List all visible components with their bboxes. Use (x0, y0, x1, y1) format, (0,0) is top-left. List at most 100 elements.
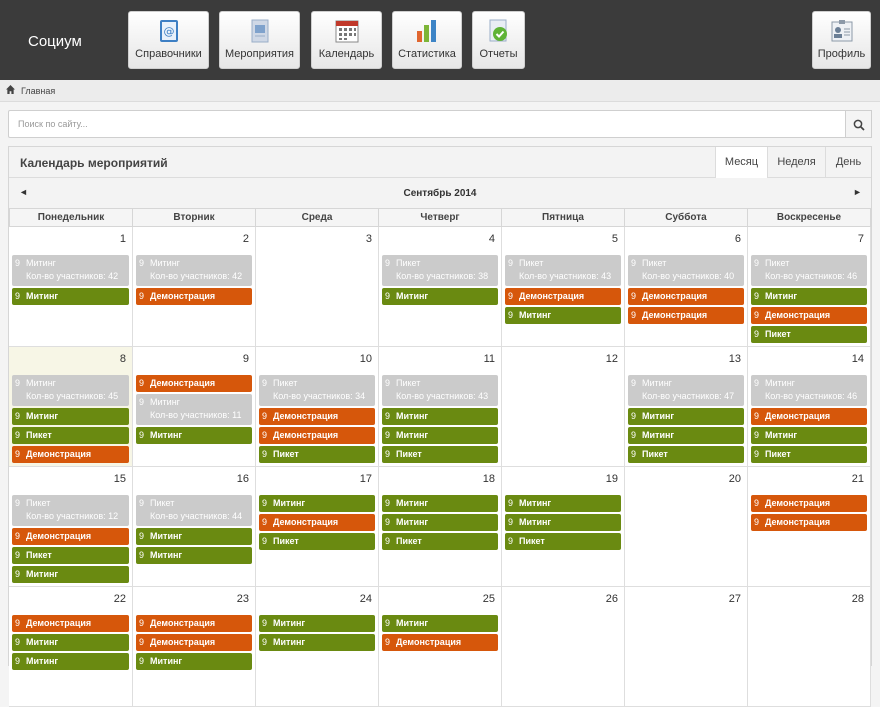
breadcrumb-home-link[interactable]: Главная (21, 86, 55, 96)
day-cell[interactable]: 4 9 Пикет Кол-во участников: 38 9 Митинг (379, 227, 502, 347)
tab-day[interactable]: День (825, 147, 871, 178)
day-cell[interactable]: 23 9 Демонстрация 9 Демонстрация 9 Митинг (133, 587, 256, 707)
day-cell[interactable]: 12 (502, 347, 625, 467)
day-cell[interactable]: 27 (625, 587, 748, 707)
day-cell[interactable]: 20 (625, 467, 748, 587)
calendar-event[interactable]: 9 Демонстрация (136, 634, 252, 651)
calendar-event[interactable]: 9 Митинг (12, 566, 129, 583)
calendar-event[interactable]: 9 Демонстрация (136, 375, 252, 392)
calendar-event[interactable]: 9 Пикет (12, 547, 129, 564)
day-cell[interactable]: 19 9 Митинг 9 Митинг 9 Пикет (502, 467, 625, 587)
day-cell[interactable]: 17 9 Митинг 9 Демонстрация 9 Пикет (256, 467, 379, 587)
calendar-event[interactable]: 9 Митинг Кол-во участников: 45 (12, 375, 129, 406)
calendar-event[interactable]: 9 Пикет Кол-во участников: 46 (751, 255, 867, 286)
search-button[interactable] (846, 110, 872, 138)
search-input[interactable] (8, 110, 846, 138)
calendar-event[interactable]: 9 Демонстрация (136, 615, 252, 632)
calendar-event[interactable]: 9 Митинг (259, 615, 375, 632)
calendar-event[interactable]: 9 Митинг (136, 427, 252, 444)
day-cell[interactable]: 11 9 Пикет Кол-во участников: 43 9 Митинг 9 Мит… (379, 347, 502, 467)
day-cell[interactable]: 25 9 Митинг 9 Демонстрация (379, 587, 502, 707)
calendar-event[interactable]: 9 Митинг (382, 427, 498, 444)
day-cell[interactable]: 6 9 Пикет Кол-во участников: 40 9 Демонстраци… (625, 227, 748, 347)
calendar-event[interactable]: 9 Пикет Кол-во участников: 43 (505, 255, 621, 286)
calendar-event[interactable]: 9 Демонстрация (751, 514, 867, 531)
next-month-button[interactable]: ► (853, 187, 862, 197)
calendar-event[interactable]: 9 Митинг Кол-во участников: 11 (136, 394, 252, 425)
calendar-event[interactable]: 9 Пикет (382, 446, 498, 463)
calendar-event[interactable]: 9 Митинг (12, 408, 129, 425)
calendar-event[interactable]: 9 Демонстрация (12, 446, 129, 463)
day-cell[interactable]: 5 9 Пикет Кол-во участников: 43 9 Демонстраци… (502, 227, 625, 347)
nav-button-calendar[interactable]: Календарь (311, 11, 382, 69)
calendar-event[interactable]: 9 Митинг (382, 514, 498, 531)
calendar-event[interactable]: 9 Митинг Кол-во участников: 42 (136, 255, 252, 286)
calendar-event[interactable]: 9 Митинг (382, 288, 498, 305)
tab-month[interactable]: Месяц (715, 147, 767, 179)
calendar-event[interactable]: 9 Пикет (628, 446, 744, 463)
calendar-event[interactable]: 9 Митинг (136, 547, 252, 564)
day-cell[interactable]: 14 9 Митинг Кол-во участников: 46 9 Демонстра… (748, 347, 871, 467)
day-cell[interactable]: 10 9 Пикет Кол-во участников: 34 9 Демонстрац… (256, 347, 379, 467)
day-cell[interactable]: 16 9 Пикет Кол-во участников: 44 9 Митинг 9 Мит… (133, 467, 256, 587)
day-cell[interactable]: 9 9 Демонстрация 9 Митинг Кол-во участников: … (133, 347, 256, 467)
tab-week[interactable]: Неделя (767, 147, 825, 178)
calendar-event[interactable]: 9 Митинг (505, 495, 621, 512)
calendar-event[interactable]: 9 Демонстрация (505, 288, 621, 305)
calendar-event[interactable]: 9 Демонстрация (628, 307, 744, 324)
calendar-event[interactable]: 9 Демонстрация (751, 408, 867, 425)
calendar-event[interactable]: 9 Митинг (751, 427, 867, 444)
calendar-event[interactable]: 9 Демонстрация (382, 634, 498, 651)
calendar-event[interactable]: 9 Митинг (628, 408, 744, 425)
calendar-event[interactable]: 9 Митинг (382, 408, 498, 425)
calendar-event[interactable]: 9 Митинг (136, 528, 252, 545)
calendar-event[interactable]: 9 Демонстрация (12, 615, 129, 632)
calendar-event[interactable]: 9 Пикет (259, 533, 375, 550)
calendar-event[interactable]: 9 Демонстрация (259, 514, 375, 531)
calendar-event[interactable]: 9 Митинг (12, 653, 129, 670)
day-cell[interactable]: 3 (256, 227, 379, 347)
calendar-event[interactable]: 9 Демонстрация (751, 307, 867, 324)
calendar-event[interactable]: 9 Пикет Кол-во участников: 44 (136, 495, 252, 526)
calendar-event[interactable]: 9 Митинг (382, 615, 498, 632)
nav-button-statistics[interactable]: Статистика (392, 11, 462, 69)
calendar-event[interactable]: 9 Митинг (382, 495, 498, 512)
calendar-event[interactable]: 9 Митинг (12, 288, 129, 305)
day-cell[interactable]: 15 9 Пикет Кол-во участников: 12 9 Демонстрац… (9, 467, 133, 587)
calendar-event[interactable]: 9 Пикет (505, 533, 621, 550)
nav-button-reports[interactable]: Отчеты (472, 11, 525, 69)
calendar-event[interactable]: 9 Пикет Кол-во участников: 34 (259, 375, 375, 406)
calendar-event[interactable]: 9 Пикет Кол-во участников: 38 (382, 255, 498, 286)
calendar-event[interactable]: 9 Пикет Кол-во участников: 40 (628, 255, 744, 286)
calendar-event[interactable]: 9 Митинг Кол-во участников: 46 (751, 375, 867, 406)
day-cell[interactable]: 26 (502, 587, 625, 707)
calendar-event[interactable]: 9 Пикет Кол-во участников: 43 (382, 375, 498, 406)
day-cell[interactable]: 28 (748, 587, 871, 707)
calendar-event[interactable]: 9 Пикет (751, 446, 867, 463)
calendar-event[interactable]: 9 Демонстрация (136, 288, 252, 305)
calendar-event[interactable]: 9 Демонстрация (12, 528, 129, 545)
calendar-event[interactable]: 9 Пикет Кол-во участников: 12 (12, 495, 129, 526)
calendar-event[interactable]: 9 Митинг (505, 514, 621, 531)
day-cell[interactable]: 22 9 Демонстрация 9 Митинг 9 Митинг (9, 587, 133, 707)
calendar-event[interactable]: 9 Митинг (136, 653, 252, 670)
calendar-event[interactable]: 9 Митинг (505, 307, 621, 324)
day-cell[interactable]: 2 9 Митинг Кол-во участников: 42 9 Демонстрац… (133, 227, 256, 347)
calendar-event[interactable]: 9 Митинг (751, 288, 867, 305)
calendar-event[interactable]: 9 Митинг (259, 495, 375, 512)
calendar-event[interactable]: 9 Демонстрация (259, 408, 375, 425)
day-cell[interactable]: 13 9 Митинг Кол-во участников: 47 9 Митинг 9 Ми… (625, 347, 748, 467)
calendar-event[interactable]: 9 Пикет (751, 326, 867, 343)
day-cell[interactable]: 7 9 Пикет Кол-во участников: 46 9 Митинг 9 Демо… (748, 227, 871, 347)
calendar-event[interactable]: 9 Митинг (628, 427, 744, 444)
calendar-event[interactable]: 9 Митинг (259, 634, 375, 651)
day-cell[interactable]: 18 9 Митинг 9 Митинг 9 Пикет (379, 467, 502, 587)
calendar-event[interactable]: 9 Пикет (12, 427, 129, 444)
day-cell[interactable]: 21 9 Демонстрация 9 Демонстрация (748, 467, 871, 587)
calendar-event[interactable]: 9 Митинг Кол-во участников: 42 (12, 255, 129, 286)
calendar-event[interactable]: 9 Пикет (382, 533, 498, 550)
nav-button-profile[interactable]: Профиль (812, 11, 871, 69)
calendar-event[interactable]: 9 Демонстрация (259, 427, 375, 444)
day-cell[interactable]: 8 9 Митинг Кол-во участников: 45 9 Митинг 9 Пик… (9, 347, 133, 467)
nav-button-directories[interactable]: @ Справочники (128, 11, 209, 69)
